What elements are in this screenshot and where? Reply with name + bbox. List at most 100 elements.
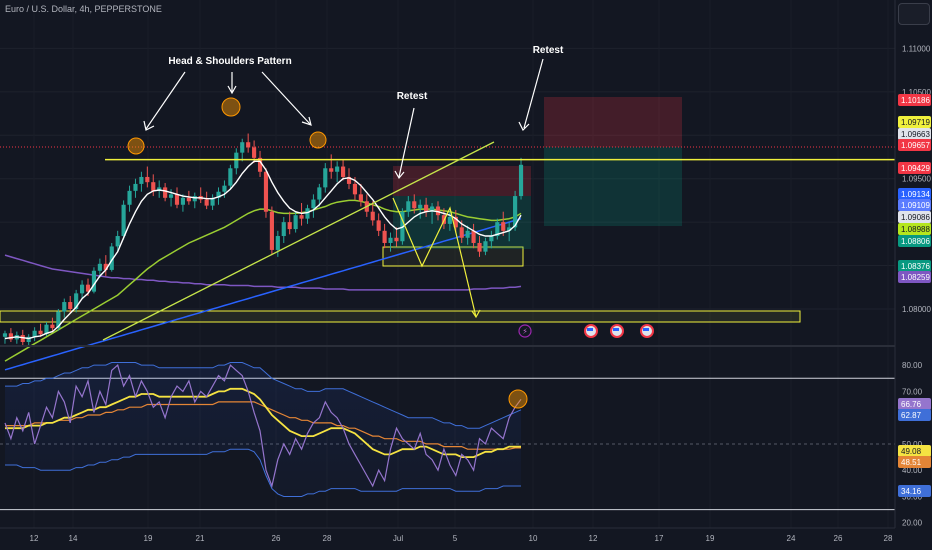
time-tick-label: 12 (589, 534, 598, 543)
candle[interactable] (465, 230, 470, 238)
price-tag: 1.09719 (901, 118, 930, 127)
candle[interactable] (2, 333, 8, 337)
candle[interactable] (240, 142, 245, 153)
price-tick-label: 1.11000 (902, 44, 931, 53)
candle[interactable] (127, 190, 132, 205)
time-tick-label: 14 (69, 534, 78, 543)
candle[interactable] (293, 215, 298, 230)
candle[interactable] (518, 164, 524, 197)
price-tick-label: 1.09500 (902, 175, 931, 184)
candle[interactable] (234, 152, 239, 169)
candle[interactable] (139, 176, 144, 184)
head-marker (221, 97, 241, 117)
time-tick-label: 26 (834, 534, 843, 543)
candle[interactable] (163, 187, 168, 198)
price-tag: 1.08259 (901, 273, 930, 282)
candle[interactable] (447, 216, 452, 224)
price-tag: 1.09657 (901, 141, 930, 150)
candle[interactable] (192, 196, 197, 202)
candle[interactable] (281, 222, 286, 237)
candle[interactable] (376, 220, 381, 231)
price-tag: 1.09086 (901, 213, 930, 222)
candle[interactable] (133, 183, 138, 191)
rsi-tag: 34.16 (901, 487, 922, 496)
lightning-glyph: ⚡ (522, 327, 528, 336)
price-tag: 1.10186 (901, 96, 930, 105)
candle[interactable] (489, 236, 494, 242)
consolidation-zone (382, 246, 524, 267)
candle[interactable] (115, 236, 120, 247)
candle[interactable] (341, 166, 346, 177)
time-tick-label: 21 (196, 534, 205, 543)
candle[interactable] (38, 330, 43, 335)
price-tag: 1.08806 (901, 237, 930, 246)
time-tick-label: Jul (393, 534, 403, 543)
candle[interactable] (388, 237, 393, 243)
candle[interactable] (228, 168, 233, 186)
candle[interactable] (263, 171, 269, 212)
candle[interactable] (91, 270, 97, 292)
candle[interactable] (186, 197, 191, 202)
candle[interactable] (222, 185, 227, 192)
candle[interactable] (299, 215, 304, 219)
rsi-tick-label: 80.00 (902, 361, 923, 370)
candle[interactable] (317, 187, 322, 200)
candle[interactable] (358, 194, 363, 202)
rsi-tag: 49.08 (901, 447, 922, 456)
rsi-tick-label: 20.00 (902, 519, 923, 528)
candle[interactable] (471, 230, 476, 243)
flag-icons[interactable] (584, 324, 654, 338)
candle[interactable] (246, 142, 251, 148)
candle[interactable] (370, 211, 375, 221)
candle[interactable] (501, 222, 506, 231)
candle[interactable] (204, 199, 209, 206)
candle[interactable] (418, 204, 423, 209)
candle[interactable] (323, 168, 328, 188)
candle[interactable] (121, 204, 126, 237)
candle[interactable] (335, 166, 340, 172)
candle[interactable] (412, 201, 417, 209)
time-tick-label: 5 (453, 534, 458, 543)
settings-button[interactable] (898, 3, 930, 25)
price-tag: 1.09109 (901, 201, 930, 210)
retest-label-1: Retest (397, 91, 428, 102)
candle[interactable] (252, 147, 257, 158)
candle[interactable] (174, 194, 180, 205)
time-tick-label: 24 (787, 534, 796, 543)
candle[interactable] (406, 201, 411, 212)
right-shoulder-marker (309, 131, 327, 149)
candle[interactable] (477, 242, 482, 252)
candle[interactable] (68, 302, 73, 309)
short-stop-zone (544, 97, 682, 147)
candle[interactable] (269, 211, 274, 250)
candle[interactable] (424, 204, 429, 212)
candle[interactable] (168, 194, 174, 198)
rsi-tag: 48.51 (901, 458, 922, 467)
candle[interactable] (311, 199, 316, 209)
candle[interactable] (151, 182, 156, 191)
candle[interactable] (50, 324, 55, 329)
candle[interactable] (459, 227, 464, 238)
candle[interactable] (394, 237, 399, 242)
candle[interactable] (145, 176, 150, 183)
candle[interactable] (62, 302, 67, 312)
candle[interactable] (329, 168, 334, 172)
candle[interactable] (275, 236, 280, 250)
time-tick-label: 28 (323, 534, 332, 543)
rsi-tag: 66.76 (901, 400, 922, 409)
left-shoulder-marker (127, 137, 145, 155)
rsi-tag: 62.87 (901, 411, 922, 420)
candle[interactable] (483, 241, 488, 252)
time-tick-label: 12 (30, 534, 39, 543)
time-tick-label: 17 (655, 534, 664, 543)
candle[interactable] (352, 183, 358, 195)
candle[interactable] (382, 230, 387, 243)
candle[interactable] (287, 222, 292, 230)
trading-chart[interactable]: Head & Shoulders Pattern Retest Retest ⚡… (0, 0, 932, 550)
time-tick-label: 10 (529, 534, 538, 543)
candle[interactable] (180, 197, 185, 205)
price-tag: 1.08988 (901, 225, 930, 234)
candle[interactable] (97, 263, 102, 271)
time-tick-label: 26 (272, 534, 281, 543)
candle[interactable] (80, 284, 85, 294)
